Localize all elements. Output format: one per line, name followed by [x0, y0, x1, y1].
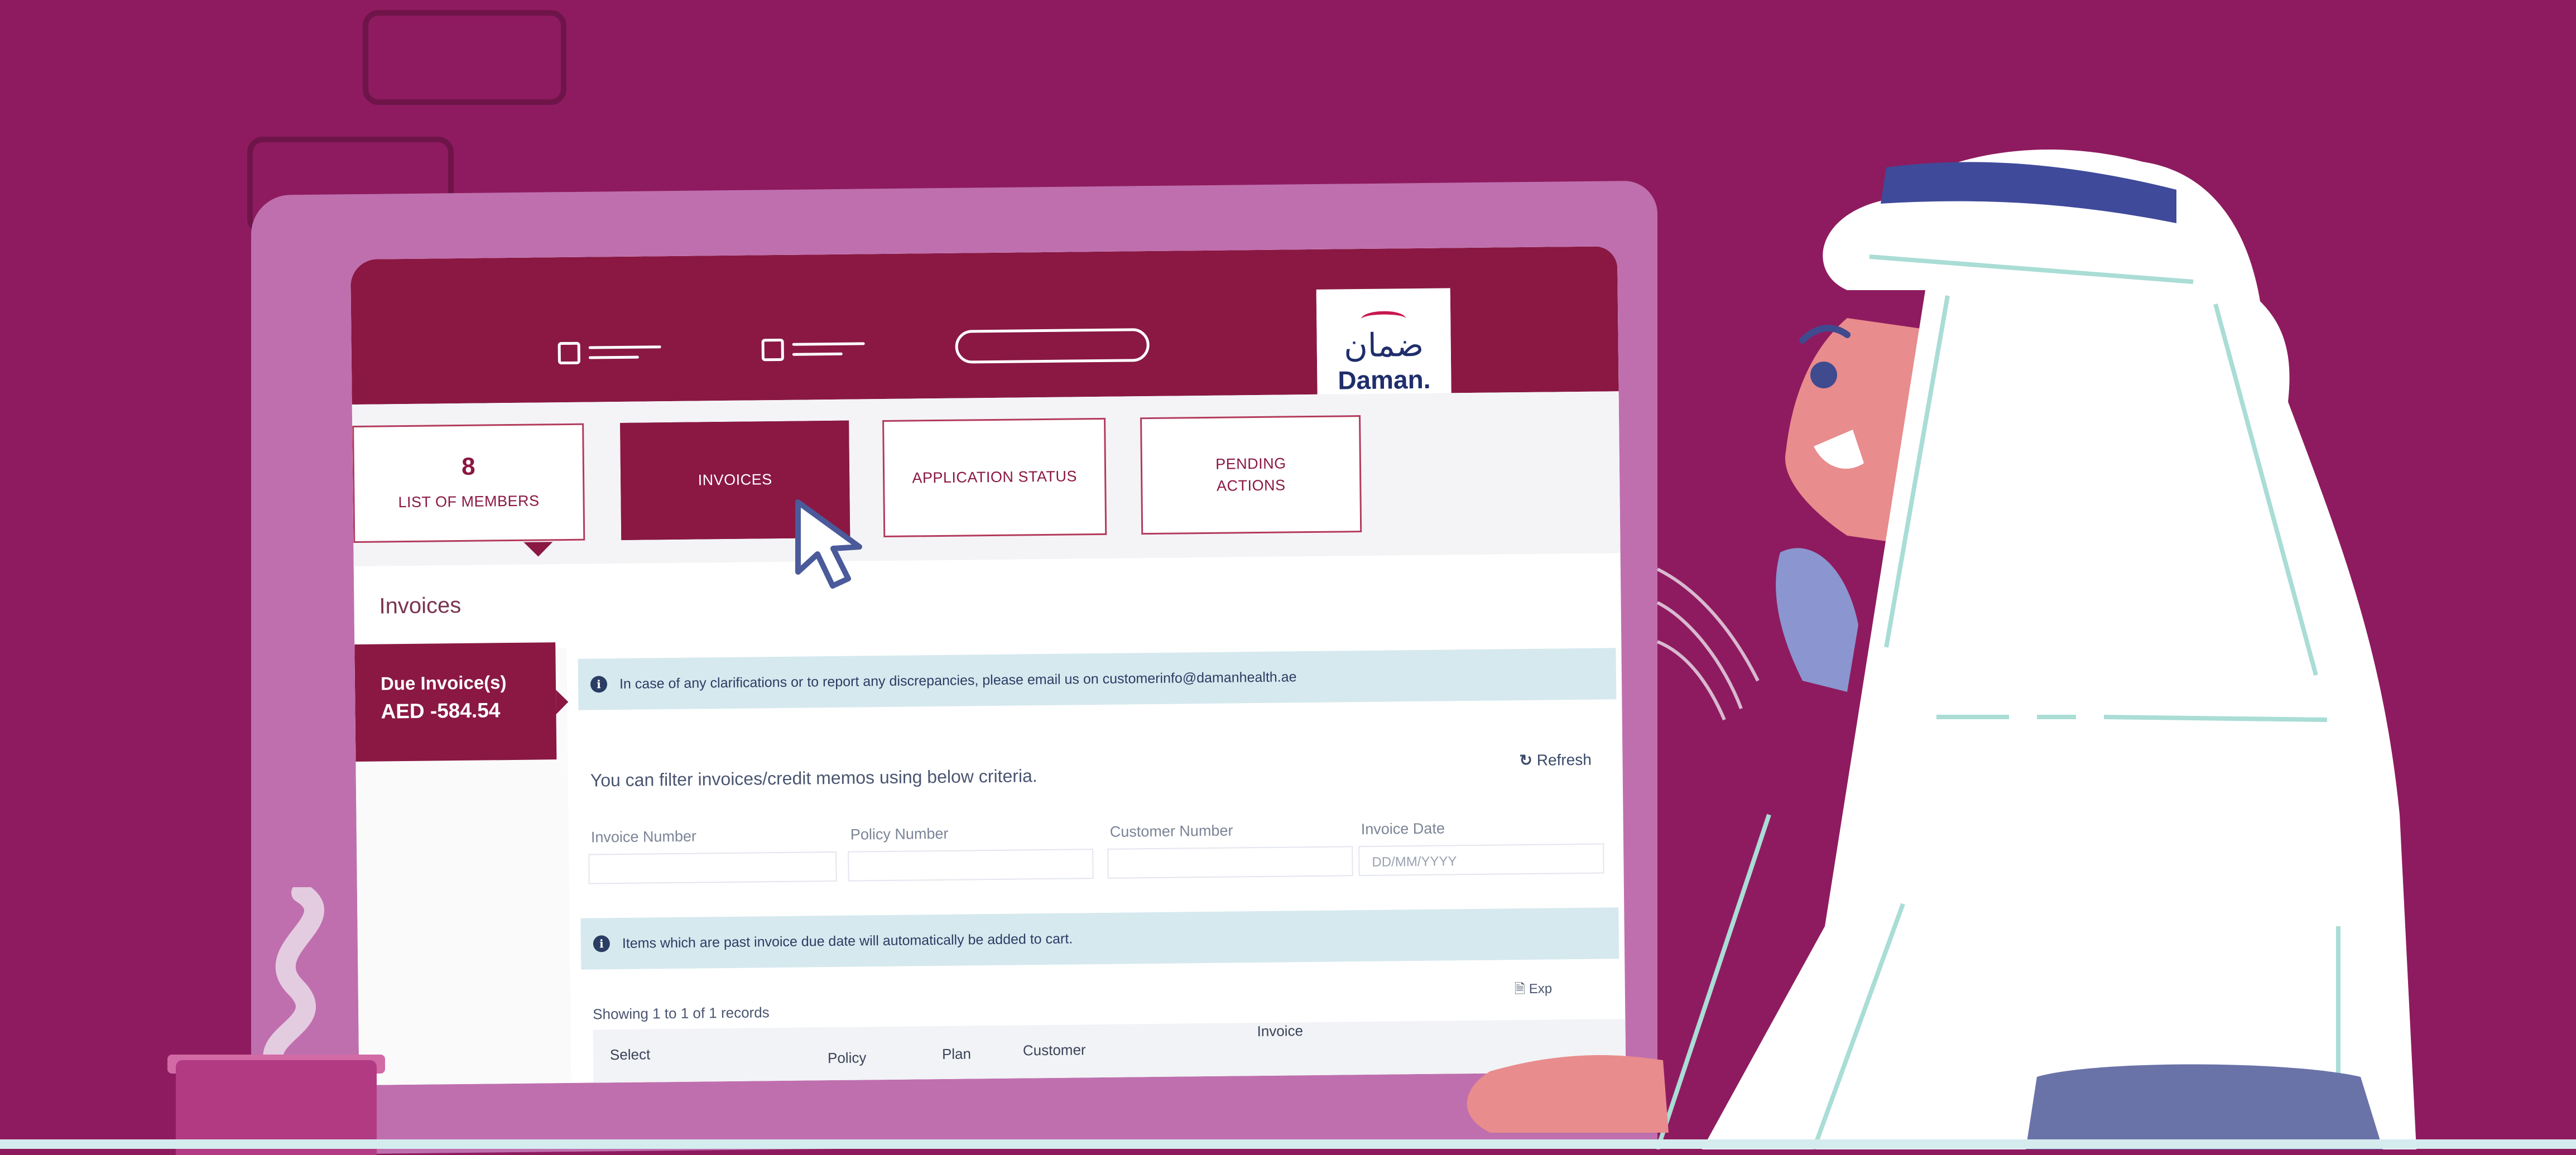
nav-placeholder-icon[interactable]	[761, 338, 784, 362]
tile-label: INVOICES	[698, 471, 772, 489]
tile-label: APPLICATION STATUS	[912, 468, 1078, 487]
logo-swoosh-icon	[1361, 311, 1406, 328]
nav-placeholder-line	[588, 355, 639, 359]
decorative-box	[363, 10, 566, 105]
due-invoice-amount: AED -584.54	[381, 699, 501, 723]
due-invoice-arrow	[556, 689, 569, 715]
active-tile-pointer	[523, 542, 553, 557]
policy-number-label: Policy Number	[850, 825, 949, 843]
tile-list-of-members[interactable]: 8 LIST OF MEMBERS	[352, 423, 585, 543]
invoice-number-input[interactable]	[588, 851, 837, 884]
tile-application-status[interactable]: APPLICATION STATUS	[882, 417, 1107, 538]
tile-pending-actions[interactable]: PENDING ACTIONS	[1140, 415, 1362, 535]
members-count: 8	[461, 453, 475, 481]
steam-icon	[263, 887, 324, 1066]
search-bar[interactable]	[955, 328, 1150, 364]
customer-number-label: Customer Number	[1109, 822, 1233, 840]
column-customer: Customer	[1022, 1041, 1086, 1059]
past-due-notice-text: Items which are past invoice due date wi…	[622, 931, 1073, 951]
nav-placeholder-line	[588, 345, 661, 349]
info-icon: i	[590, 676, 608, 693]
tile-label-line1: PENDING	[1215, 455, 1286, 473]
tile-label: LIST OF MEMBERS	[398, 492, 540, 511]
nav-placeholder-line	[792, 342, 865, 346]
column-select: Select	[609, 1046, 651, 1063]
filter-intro: You can filter invoices/credit memos usi…	[590, 766, 1037, 791]
logo-text: Daman.	[1337, 364, 1431, 395]
nav-placeholder-icon[interactable]	[558, 341, 580, 365]
contact-notice-text: In case of any clarifications or to repo…	[619, 668, 1297, 692]
person-illustration	[1467, 149, 2416, 1149]
records-count: Showing 1 to 1 of 1 records	[593, 1004, 770, 1023]
tile-label-line2: ACTIONS	[1216, 477, 1286, 494]
bottom-strip	[0, 1139, 2576, 1149]
column-policy: Policy	[827, 1049, 867, 1067]
info-icon: i	[593, 935, 611, 952]
column-plan: Plan	[941, 1045, 972, 1062]
customer-number-input[interactable]	[1107, 846, 1353, 879]
due-invoice-label: Due Invoice(s)	[380, 672, 507, 694]
nav-placeholder-line	[792, 352, 843, 356]
column-invoice: Invoice	[1257, 1022, 1304, 1040]
invoice-number-label: Invoice Number	[590, 827, 697, 846]
page-title: Invoices	[379, 593, 462, 619]
mouse-pointer-icon	[795, 499, 862, 589]
policy-number-input[interactable]	[848, 849, 1094, 882]
due-invoice-summary[interactable]: Due Invoice(s) AED -584.54	[354, 642, 557, 762]
logo-arabic-text: ضمان	[1343, 325, 1424, 365]
